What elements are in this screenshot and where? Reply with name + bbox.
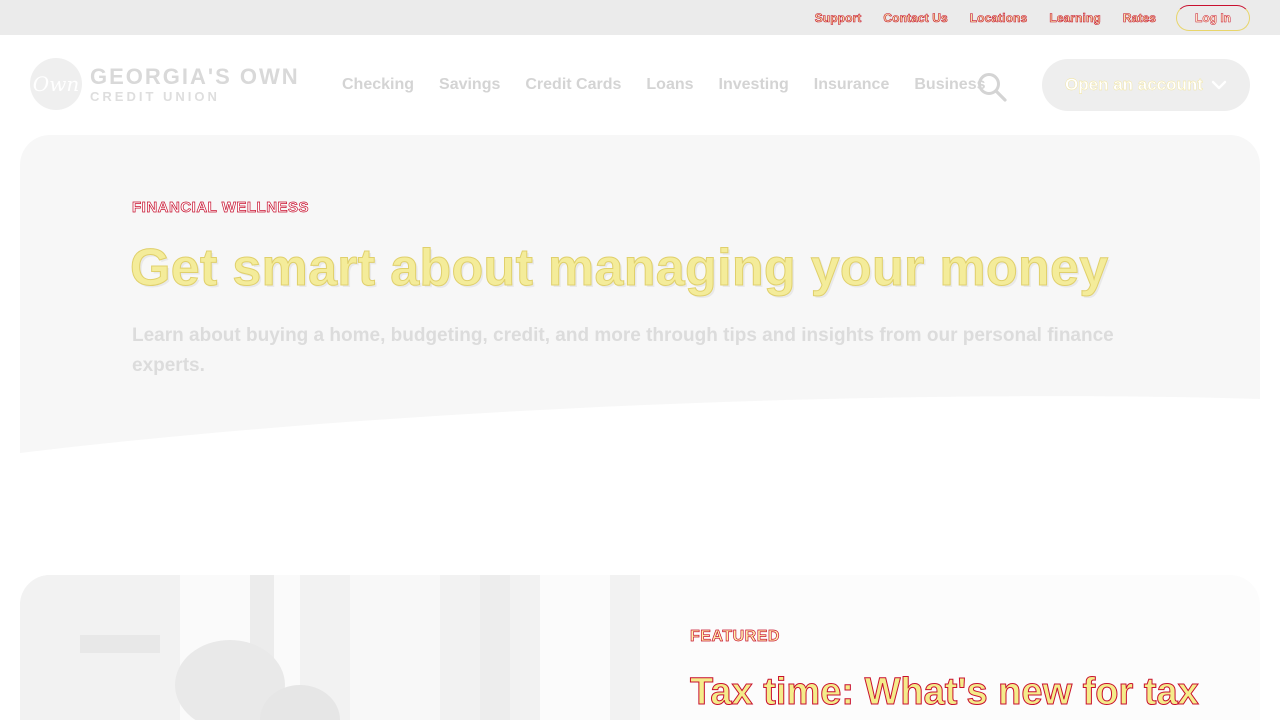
hero-eyebrow: FINANCIAL WELLNESS [132, 199, 310, 217]
brand-logo[interactable]: Own GEORGIA'S OWN CREDIT UNION [30, 58, 300, 110]
featured-article-image[interactable] [20, 575, 640, 720]
utility-link-rates[interactable]: Rates [1123, 10, 1157, 25]
logo-mark-text: Own [32, 72, 80, 96]
search-button[interactable] [976, 71, 1008, 103]
nav-item-business[interactable]: Business [914, 76, 985, 94]
chevron-down-icon [1211, 80, 1227, 90]
open-account-label: Open an account [1065, 75, 1203, 94]
open-account-button[interactable]: Open an account [1042, 59, 1250, 111]
nav-item-checking[interactable]: Checking [342, 76, 414, 94]
log-in-button[interactable]: Log In [1176, 4, 1250, 31]
featured-article-card[interactable]: FEATURED Tax time: What's new for tax [640, 575, 1260, 720]
utility-link-locations[interactable]: Locations [969, 10, 1027, 25]
utility-link-support[interactable]: Support [814, 10, 861, 25]
logo-name-line2: CREDIT UNION [90, 88, 220, 104]
hero-description: Learn about buying a home, budgeting, cr… [132, 325, 1114, 376]
nav-item-loans[interactable]: Loans [646, 76, 693, 94]
nav-item-insurance[interactable]: Insurance [814, 76, 890, 94]
utility-link-learning[interactable]: Learning [1049, 10, 1101, 25]
logo-wordmark: GEORGIA'S OWN CREDIT UNION [90, 63, 300, 104]
primary-nav: Checking Savings Credit Cards Loans Inve… [342, 35, 1011, 135]
hero-wave-divider [20, 396, 1260, 465]
nav-item-investing[interactable]: Investing [719, 76, 789, 94]
search-icon [978, 73, 1007, 102]
featured-article-title[interactable]: Tax time: What's new for tax [690, 671, 1200, 714]
hero-title: Get smart about managing your money [129, 239, 1109, 298]
logo-name-line1: GEORGIA'S OWN [90, 63, 300, 89]
utility-bar: Support Contact Us Locations Learning Ra… [0, 0, 1280, 35]
nav-item-savings[interactable]: Savings [439, 76, 500, 94]
featured-eyebrow: FEATURED [690, 628, 780, 646]
featured-photo [20, 575, 640, 720]
hero-section: FINANCIAL WELLNESS Get smart about manag… [20, 135, 1260, 465]
utility-link-contact-us[interactable]: Contact Us [883, 10, 948, 25]
main-header: Own GEORGIA'S OWN CREDIT UNION Checking … [0, 35, 1280, 135]
logo-mark: Own [30, 58, 82, 110]
nav-item-credit-cards[interactable]: Credit Cards [525, 76, 621, 94]
utility-nav: Support Contact Us Locations Learning Ra… [793, 0, 1250, 35]
